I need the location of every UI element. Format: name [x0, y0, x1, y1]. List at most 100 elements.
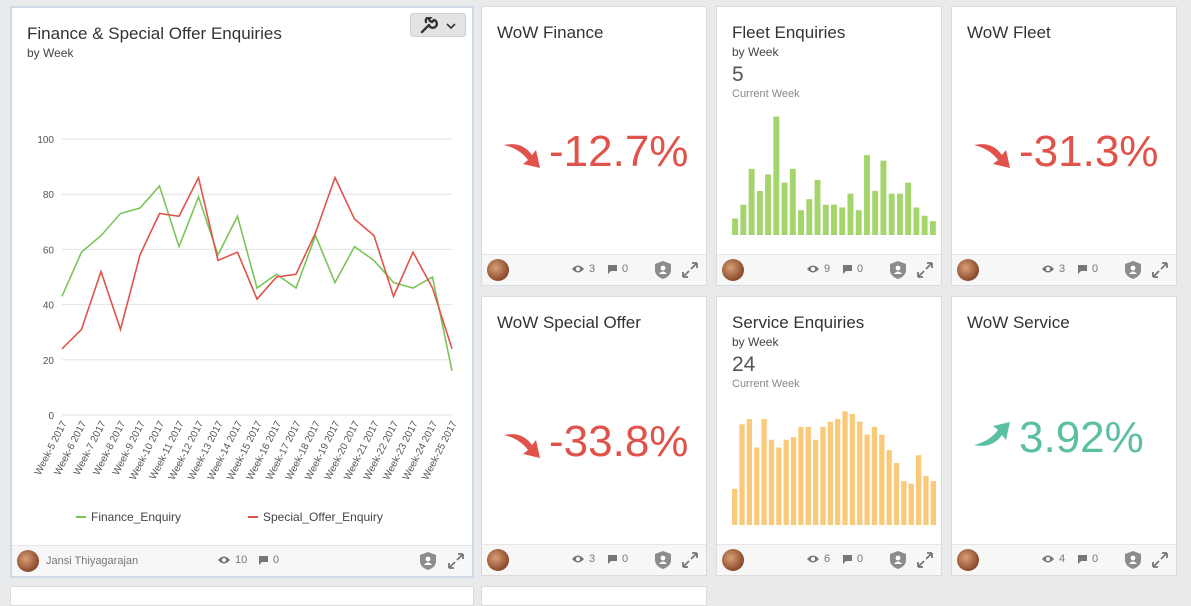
- avatar[interactable]: [17, 550, 39, 572]
- avatar[interactable]: [722, 549, 744, 571]
- bar[interactable]: [886, 450, 892, 525]
- bar[interactable]: [740, 204, 747, 235]
- bar[interactable]: [896, 193, 903, 235]
- bar[interactable]: [872, 190, 879, 235]
- bar[interactable]: [831, 204, 837, 235]
- views-value: 3: [589, 553, 596, 565]
- series-line[interactable]: [61, 184, 453, 372]
- bar[interactable]: [776, 447, 782, 526]
- tools-menu-button[interactable]: [410, 13, 466, 37]
- bar[interactable]: [732, 488, 738, 525]
- bar[interactable]: [835, 419, 841, 525]
- wow-special-offer-card[interactable]: WoW Special Offer -33.8% 3 0: [481, 296, 707, 576]
- bar[interactable]: [930, 481, 936, 525]
- bar[interactable]: [842, 411, 848, 525]
- avatar[interactable]: [722, 259, 744, 281]
- avatar[interactable]: [487, 549, 509, 571]
- bar[interactable]: [768, 439, 775, 525]
- expand-icon[interactable]: [1150, 260, 1170, 280]
- shield-icon[interactable]: [888, 550, 908, 570]
- avatar[interactable]: [957, 549, 979, 571]
- bar[interactable]: [888, 193, 895, 235]
- bar[interactable]: [855, 210, 862, 235]
- comments-count[interactable]: 0: [607, 553, 628, 565]
- bar[interactable]: [748, 168, 755, 235]
- bar[interactable]: [839, 207, 846, 235]
- bar[interactable]: [798, 426, 804, 525]
- expand-icon[interactable]: [915, 550, 935, 570]
- expand-icon[interactable]: [680, 550, 700, 570]
- next-row-card[interactable]: [481, 586, 707, 606]
- avatar[interactable]: [957, 259, 979, 281]
- bar[interactable]: [880, 160, 887, 235]
- bar[interactable]: [806, 199, 813, 235]
- eye-icon: [807, 265, 819, 273]
- shield-icon[interactable]: [1123, 550, 1143, 570]
- bar[interactable]: [732, 218, 739, 235]
- bar[interactable]: [923, 475, 929, 525]
- shield-icon[interactable]: [653, 550, 673, 570]
- bar[interactable]: [790, 437, 797, 525]
- bar[interactable]: [857, 421, 863, 525]
- bar[interactable]: [847, 193, 854, 235]
- shield-icon[interactable]: [418, 551, 438, 571]
- wow-finance-card[interactable]: WoW Finance -12.7% 3 0: [481, 6, 707, 286]
- fleet-enquiries-card[interactable]: Fleet Enquiries by Week 5 Current Week 9…: [716, 6, 942, 286]
- bar[interactable]: [929, 221, 936, 235]
- bar[interactable]: [756, 190, 763, 235]
- bar[interactable]: [822, 204, 829, 235]
- expand-icon[interactable]: [680, 260, 700, 280]
- bar[interactable]: [814, 179, 821, 235]
- legend-label[interactable]: Special_Offer_Enquiry: [263, 510, 383, 524]
- comments-count[interactable]: 0: [607, 263, 628, 275]
- bar[interactable]: [913, 207, 920, 235]
- legend-label[interactable]: Finance_Enquiry: [91, 510, 181, 524]
- comments-count[interactable]: 0: [258, 554, 279, 566]
- bar[interactable]: [908, 483, 914, 525]
- comments-count[interactable]: 0: [1077, 553, 1098, 565]
- views-value: 3: [1059, 263, 1066, 275]
- avatar[interactable]: [487, 259, 509, 281]
- shield-icon[interactable]: [653, 260, 673, 280]
- wow-value: -31.3%: [1019, 127, 1159, 176]
- bar[interactable]: [915, 455, 922, 525]
- bar[interactable]: [864, 434, 870, 525]
- bar[interactable]: [893, 463, 900, 525]
- bar[interactable]: [871, 426, 878, 525]
- shield-icon[interactable]: [1123, 260, 1143, 280]
- wow-fleet-card[interactable]: WoW Fleet -31.3% 3 0: [951, 6, 1177, 286]
- bar[interactable]: [739, 424, 745, 525]
- bar[interactable]: [905, 182, 912, 235]
- bar[interactable]: [783, 439, 789, 525]
- bar[interactable]: [754, 447, 760, 526]
- bar[interactable]: [921, 215, 928, 235]
- comments-count[interactable]: 0: [842, 263, 863, 275]
- bar[interactable]: [773, 116, 780, 235]
- expand-icon[interactable]: [1150, 550, 1170, 570]
- views-value: 3: [589, 263, 596, 275]
- bar[interactable]: [820, 426, 826, 525]
- bar[interactable]: [812, 439, 819, 525]
- bar[interactable]: [765, 174, 772, 235]
- bar[interactable]: [827, 421, 833, 525]
- bar[interactable]: [781, 182, 788, 235]
- bar[interactable]: [863, 155, 870, 235]
- bar[interactable]: [805, 426, 811, 525]
- bar[interactable]: [879, 434, 885, 525]
- bar[interactable]: [789, 168, 796, 235]
- finance-special-card[interactable]: Finance & Special Offer Enquiries by Wee…: [10, 6, 474, 578]
- wow-service-card[interactable]: WoW Service 3.92% 4 0: [951, 296, 1177, 576]
- comments-count[interactable]: 0: [842, 553, 863, 565]
- next-row-card[interactable]: [10, 586, 474, 606]
- bar[interactable]: [798, 210, 805, 235]
- bar[interactable]: [849, 413, 856, 525]
- shield-icon[interactable]: [888, 260, 908, 280]
- comments-count[interactable]: 0: [1077, 263, 1098, 275]
- service-enquiries-card[interactable]: Service Enquiries by Week 24 Current Wee…: [716, 296, 942, 576]
- expand-icon[interactable]: [446, 551, 466, 571]
- bar[interactable]: [761, 419, 767, 525]
- series-line[interactable]: [61, 175, 453, 350]
- bar[interactable]: [746, 419, 753, 525]
- bar[interactable]: [901, 481, 907, 525]
- expand-icon[interactable]: [915, 260, 935, 280]
